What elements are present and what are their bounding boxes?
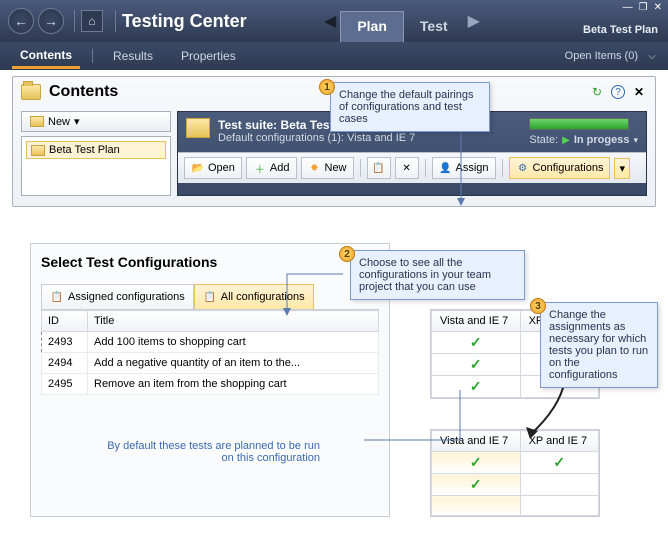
suite-folder-icon (186, 118, 210, 138)
play-icon: ▶ (562, 135, 570, 146)
contents-title: Contents (49, 83, 118, 101)
copy-button[interactable]: 📋 (367, 157, 391, 179)
chevron-down-icon: ▾ (74, 115, 80, 128)
restore-button[interactable]: ❐ (639, 2, 648, 13)
configurations-button[interactable]: ⚙Configurations (509, 157, 611, 179)
tab-all-configurations[interactable]: 📋 All configurations (194, 284, 314, 309)
tests-table: ID Title 2493Add 100 items to shopping c… (41, 310, 379, 395)
list-icon: 📋 (50, 290, 64, 304)
table-row[interactable]: 2494Add a negative quantity of an item t… (42, 353, 379, 374)
chevron-down-icon[interactable]: ▾ (633, 135, 638, 146)
app-header: ← → ⌂ Testing Center ◀ Plan Test ▶ — ❐ ✕… (0, 0, 668, 42)
select-configurations-panel: Select Test Configurations 📋 Assigned co… (30, 243, 390, 517)
footnote-text: By default these tests are planned to be… (100, 440, 360, 464)
open-items-chevron-icon[interactable]: ⌵ (648, 51, 656, 62)
subtab-properties[interactable]: Properties (173, 45, 244, 67)
open-items-label[interactable]: Open Items (0) (565, 50, 638, 62)
new-icon: ✸ (308, 161, 322, 175)
suite-subtitle: Default configurations (1): Vista and IE… (218, 132, 415, 144)
new-dropdown-button[interactable]: New ▾ (21, 111, 171, 132)
subtab-results[interactable]: Results (105, 45, 161, 67)
config-grid-after: Vista and IE 7XP and IE 7 ✓ ✓ ✓ (430, 429, 600, 517)
tab-plan[interactable]: Plan (340, 11, 404, 42)
tab-right-arrow-icon[interactable]: ▶ (464, 11, 484, 31)
gear-icon: ⚙ (516, 161, 530, 175)
home-button[interactable]: ⌂ (81, 10, 103, 32)
plan-name-label: Beta Test Plan (583, 24, 658, 36)
check-icon: ✓ (470, 476, 482, 492)
person-icon: 👤 (439, 161, 453, 175)
table-row[interactable]: 2495Remove an item from the shopping car… (42, 374, 379, 395)
list-icon: 📋 (203, 290, 217, 304)
annotation-badge-3: 3 (530, 298, 546, 314)
chevron-down-icon: ▾ (619, 162, 625, 175)
copy-icon: 📋 (372, 161, 386, 175)
progress-bar (529, 118, 629, 130)
tab-left-arrow-icon[interactable]: ◀ (320, 11, 340, 31)
new-button[interactable]: ✸New (301, 157, 354, 179)
tab-assigned-configurations[interactable]: 📋 Assigned configurations (41, 284, 194, 309)
tree-item-beta-test-plan[interactable]: Beta Test Plan (26, 141, 166, 159)
check-icon: ✓ (470, 454, 482, 470)
col-vista: Vista and IE 7 (432, 311, 521, 332)
open-icon: 📂 (191, 161, 205, 175)
folder-icon (30, 116, 44, 127)
check-icon: ✓ (470, 356, 482, 372)
annotation-badge-1: 1 (319, 79, 335, 95)
col-vista: Vista and IE 7 (432, 431, 521, 452)
minimize-button[interactable]: — (623, 2, 633, 13)
check-icon: ✓ (470, 334, 482, 350)
refresh-icon[interactable]: ↻ (589, 84, 605, 100)
close-window-button[interactable]: ✕ (654, 2, 662, 13)
annotation-callout-3: Change the assignments as necessary for … (540, 302, 658, 388)
annotation-callout-2: Choose to see all the configurations in … (350, 250, 525, 300)
app-title: Testing Center (122, 11, 247, 32)
tab-test[interactable]: Test (404, 12, 464, 42)
delete-icon: ✕ (400, 161, 414, 175)
assign-button[interactable]: 👤Assign (432, 157, 496, 179)
col-title[interactable]: Title (88, 311, 379, 332)
add-button[interactable]: ＋Add (246, 157, 297, 179)
configurations-dropdown[interactable]: ▾ (614, 158, 630, 179)
check-icon: ✓ (553, 454, 565, 470)
open-button[interactable]: 📂Open (184, 157, 242, 179)
suite-tree[interactable]: Beta Test Plan (21, 136, 171, 196)
check-icon: ✓ (470, 378, 482, 394)
table-row[interactable]: 2493Add 100 items to shopping cart (42, 332, 379, 353)
new-label: New (48, 116, 70, 128)
add-icon: ＋ (253, 161, 267, 175)
col-id[interactable]: ID (42, 311, 88, 332)
close-panel-icon[interactable]: ✕ (631, 84, 647, 100)
select-panel-title: Select Test Configurations (41, 254, 379, 270)
state-label: State: (529, 134, 558, 146)
subtab-contents[interactable]: Contents (12, 44, 80, 69)
folder-icon (21, 84, 41, 100)
annotation-badge-2: 2 (339, 246, 355, 262)
subtab-bar: Contents Results Properties Open Items (… (0, 42, 668, 70)
back-button[interactable]: ← (8, 8, 34, 34)
forward-button[interactable]: → (38, 8, 64, 34)
help-icon[interactable]: ? (611, 85, 625, 99)
state-value: In progess (574, 134, 630, 146)
delete-button[interactable]: ✕ (395, 157, 419, 179)
suite-toolbar: 📂Open ＋Add ✸New 📋 ✕ 👤Assign ⚙Configurati… (178, 152, 646, 183)
folder-icon (31, 145, 45, 156)
annotation-callout-1: Change the default pairings of configura… (330, 82, 490, 132)
col-xp: XP and IE 7 (520, 431, 598, 452)
